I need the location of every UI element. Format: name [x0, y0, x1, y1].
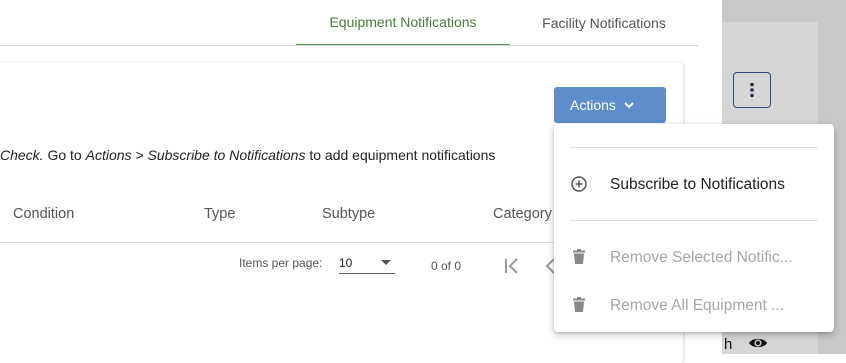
actions-button-label: Actions — [570, 97, 616, 113]
first-page-icon[interactable] — [502, 256, 522, 276]
menu-item-label: Remove All Equipment ... — [610, 297, 785, 314]
paginator-range: 0 of 0 — [431, 259, 462, 273]
tabs-divider — [0, 45, 698, 46]
more-options-button[interactable] — [733, 72, 771, 108]
path-separator: > — [131, 147, 148, 163]
menu-item-remove-all[interactable]: Remove All Equipment ... — [554, 282, 834, 330]
trash-icon — [573, 249, 585, 264]
column-header-subtype[interactable]: Subtype — [322, 206, 375, 222]
plus-circle-icon — [571, 176, 587, 192]
menu-item-remove-selected[interactable]: Remove Selected Notific... — [554, 234, 834, 282]
items-per-page-label: Items per page: — [239, 256, 323, 270]
actions-menu: Subscribe to Notifications Remove Select… — [554, 124, 834, 332]
actions-button[interactable]: Actions — [554, 87, 666, 123]
menu-item-subscribe[interactable]: Subscribe to Notifications — [554, 161, 834, 209]
menu-divider — [570, 147, 818, 148]
menu-item-label: Subscribe to Notifications — [610, 176, 785, 193]
empty-state-text: Go to — [43, 147, 86, 163]
subscribe-path: Subscribe to Notifications — [147, 147, 306, 163]
column-header-condition[interactable]: Condition — [13, 206, 74, 222]
actions-path: Actions — [85, 147, 132, 163]
items-per-page-value: 10 — [339, 256, 353, 270]
tab-facility-notifications[interactable]: Facility Notifications — [510, 0, 698, 46]
empty-state-message: Check. Go to Actions > Subscribe to Noti… — [0, 147, 495, 163]
trash-icon — [573, 297, 585, 312]
items-per-page-select[interactable]: 10 — [339, 253, 395, 274]
menu-item-label: Remove Selected Notific... — [610, 249, 793, 266]
empty-state-prefix: Check. — [0, 147, 44, 163]
menu-divider — [570, 220, 818, 221]
side-panel-text: h — [724, 336, 733, 353]
eye-icon[interactable] — [748, 335, 768, 351]
chevron-down-icon — [381, 260, 391, 265]
chevron-down-icon — [624, 102, 634, 109]
column-header-type[interactable]: Type — [204, 206, 235, 222]
column-header-category[interactable]: Category — [493, 206, 552, 222]
empty-state-suffix: to add equipment notifications — [305, 147, 496, 163]
tab-equipment-notifications[interactable]: Equipment Notifications — [296, 0, 510, 46]
kebab-icon — [750, 82, 754, 98]
